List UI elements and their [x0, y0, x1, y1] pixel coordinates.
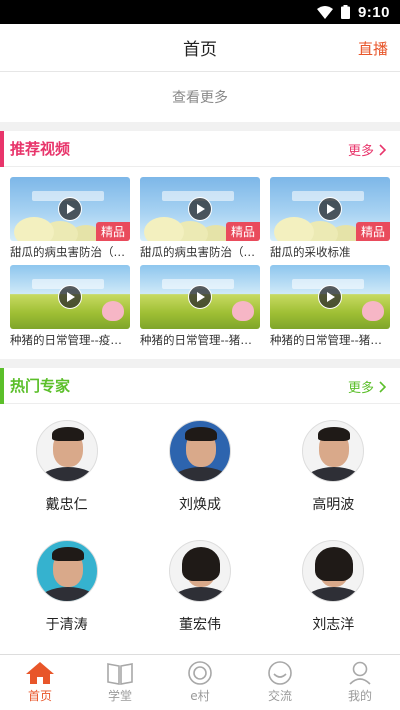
video-title[interactable]: 甜瓜的病虫害防治（上）	[140, 241, 260, 263]
tab-chat[interactable]: 交流	[240, 655, 320, 710]
expert-name: 刘志洋	[312, 617, 355, 633]
melon-illustration	[144, 217, 184, 241]
see-more-button[interactable]: 查看更多	[0, 72, 400, 122]
expert-name: 戴忠仁	[45, 497, 88, 513]
wifi-icon	[316, 5, 333, 19]
expert-card[interactable]: 戴忠仁	[0, 416, 133, 536]
expert-name: 刘焕成	[178, 497, 221, 513]
chevron-right-icon	[379, 380, 386, 393]
video-title[interactable]: 甜瓜的采收标准	[270, 241, 390, 263]
melon-illustration	[274, 217, 314, 241]
video-thumbnail[interactable]	[270, 265, 390, 329]
video-card[interactable]: 精品 甜瓜的病虫害防治（下）	[10, 177, 130, 263]
video-thumbnail[interactable]: 精品	[10, 177, 130, 241]
section-header: 热门专家 更多	[0, 367, 400, 404]
battery-icon	[340, 5, 350, 19]
avatar[interactable]	[35, 540, 98, 602]
premium-badge: 精品	[95, 222, 130, 241]
tab-label: 交流	[267, 689, 292, 703]
chat-icon	[268, 661, 292, 685]
status-bar: 9:10	[0, 0, 400, 24]
tab-label: 首页	[27, 689, 52, 703]
pig-illustration	[362, 301, 384, 321]
avatar[interactable]	[168, 420, 231, 482]
video-card[interactable]: 精品 甜瓜的采收标准	[270, 177, 390, 263]
more-label: 更多	[347, 144, 374, 159]
more-label: 更多	[347, 381, 374, 396]
tab-village[interactable]: e村	[160, 655, 240, 710]
bottom-tab-bar: 首页 学堂 e村 交流 我的	[0, 654, 400, 710]
avatar[interactable]	[302, 420, 365, 482]
home-icon	[26, 662, 54, 684]
expert-card[interactable]: 刘志洋	[267, 536, 400, 656]
video-card[interactable]: 精品 甜瓜的病虫害防治（上）	[140, 177, 260, 263]
section-title: 热门专家	[10, 377, 71, 395]
expert-name: 董宏伟	[178, 617, 221, 633]
video-title[interactable]: 种猪的日常管理--猪舍与...	[270, 329, 390, 351]
expert-grid: 戴忠仁 刘焕成 高明波 于清涛 董宏伟 刘志洋	[0, 404, 400, 656]
video-title[interactable]: 种猪的日常管理--疫病防治	[10, 329, 130, 351]
video-thumbnail[interactable]: 精品	[270, 177, 390, 241]
avatar[interactable]	[35, 420, 98, 482]
avatar[interactable]	[168, 540, 231, 602]
page-title: 首页	[183, 40, 217, 60]
video-thumbnail[interactable]	[10, 265, 130, 329]
avatar[interactable]	[302, 540, 365, 602]
tab-home[interactable]: 首页	[0, 655, 80, 710]
expert-name: 高明波	[312, 497, 355, 513]
live-button[interactable]: 直播	[358, 38, 388, 59]
pig-illustration	[102, 301, 124, 321]
tab-profile[interactable]: 我的	[320, 655, 400, 710]
video-thumbnail[interactable]: 精品	[140, 177, 260, 241]
premium-badge: 精品	[225, 222, 260, 241]
hot-experts-section: 热门专家 更多 戴忠仁 刘焕成 高明波 于清涛 董宏伟 刘志洋	[0, 367, 400, 656]
melon-illustration	[14, 217, 54, 241]
expert-card[interactable]: 董宏伟	[133, 536, 266, 656]
tab-label: 我的	[347, 689, 372, 703]
section-accent-bar	[0, 367, 4, 404]
section-accent-bar	[0, 130, 4, 167]
circle-icon	[188, 661, 212, 685]
recommended-videos-section: 推荐视频 更多 精品 甜瓜的病虫害防治（下） 精品 甜瓜的病虫害防治（上） 精品…	[0, 130, 400, 359]
expert-name: 于清涛	[45, 617, 88, 633]
book-icon	[107, 663, 133, 685]
chevron-right-icon	[379, 143, 386, 156]
video-thumbnail[interactable]	[140, 265, 260, 329]
video-title[interactable]: 甜瓜的病虫害防治（下）	[10, 241, 130, 263]
expert-card[interactable]: 高明波	[267, 416, 400, 536]
expert-card[interactable]: 于清涛	[0, 536, 133, 656]
play-icon[interactable]	[188, 285, 212, 309]
tab-label: e村	[190, 689, 210, 703]
video-card[interactable]: 种猪的日常管理--疫病防治	[10, 265, 130, 351]
expert-card[interactable]: 刘焕成	[133, 416, 266, 536]
video-card[interactable]: 种猪的日常管理--猪舍与...	[270, 265, 390, 351]
clock: 9:10	[357, 3, 390, 21]
experts-more-link[interactable]: 更多	[348, 377, 386, 396]
play-icon[interactable]	[58, 197, 82, 221]
tab-school[interactable]: 学堂	[80, 655, 160, 710]
top-nav-bar: 首页 直播	[0, 24, 400, 72]
section-title: 推荐视频	[10, 140, 71, 158]
video-grid: 精品 甜瓜的病虫害防治（下） 精品 甜瓜的病虫害防治（上） 精品 甜瓜的采收标准	[0, 167, 400, 359]
play-icon[interactable]	[318, 197, 342, 221]
video-card[interactable]: 种猪的日常管理--猪舍与...	[140, 265, 260, 351]
tab-label: 学堂	[107, 689, 132, 703]
videos-more-link[interactable]: 更多	[348, 140, 386, 159]
person-icon	[349, 661, 371, 685]
section-header: 推荐视频 更多	[0, 130, 400, 167]
play-icon[interactable]	[318, 285, 342, 309]
premium-badge: 精品	[355, 222, 390, 241]
pig-illustration	[232, 301, 254, 321]
video-title[interactable]: 种猪的日常管理--猪舍与...	[140, 329, 260, 351]
play-icon[interactable]	[188, 197, 212, 221]
play-icon[interactable]	[58, 285, 82, 309]
